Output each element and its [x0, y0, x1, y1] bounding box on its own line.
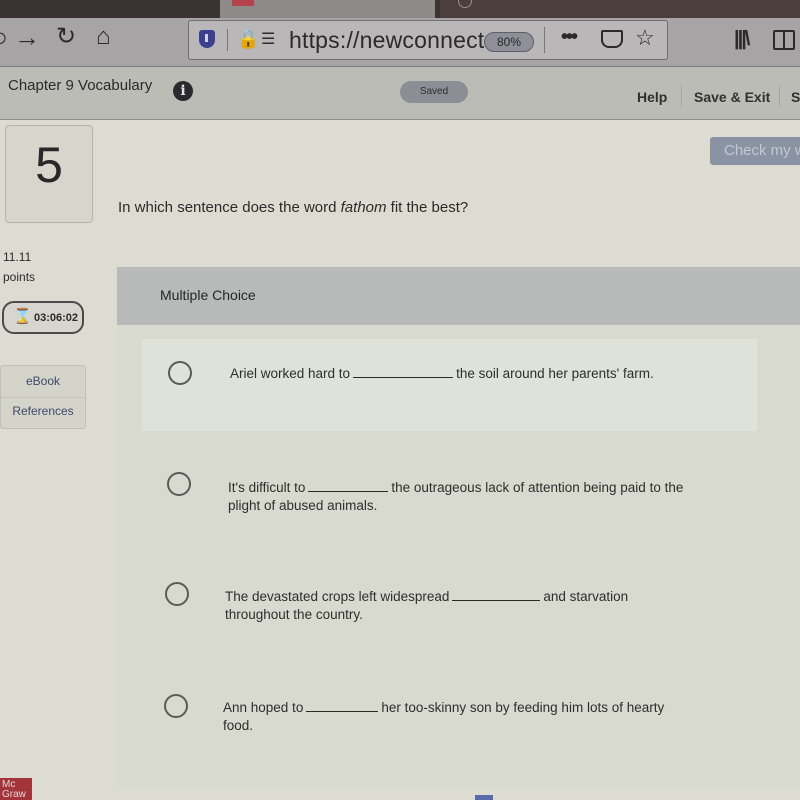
tab-favicon	[232, 0, 254, 6]
choice-text-before: The devastated crops left widespread	[225, 589, 450, 604]
star-icon[interactable]: ☆	[635, 25, 655, 51]
points-label: points	[3, 270, 36, 284]
choice-text: It's difficult to the outrageous lack of …	[228, 479, 688, 515]
answer-blank	[306, 701, 379, 712]
submit-link[interactable]: S	[791, 89, 800, 105]
choice-option-4[interactable]: Ann hoped to her too-skinny son by feedin…	[142, 683, 757, 753]
choice-text-before: Ann hoped to	[223, 700, 304, 715]
shield-icon[interactable]	[199, 30, 215, 48]
answer-blank	[452, 590, 541, 601]
permissions-icon[interactable]: ☰	[261, 29, 275, 49]
pagination-icon[interactable]	[475, 795, 493, 800]
choice-text: The devastated crops left widespread and …	[225, 588, 685, 624]
ebook-link[interactable]: eBook	[1, 374, 85, 388]
radio-button[interactable]	[167, 472, 191, 496]
hourglass-icon: ⌛	[13, 308, 32, 325]
resource-links-divider	[1, 397, 85, 398]
choice-text: Ann hoped to her too-skinny son by feedin…	[223, 699, 683, 735]
prompt-text-before: In which sentence does the word	[118, 199, 341, 216]
home-icon[interactable]: ⌂	[96, 22, 111, 52]
prompt-text-after: fit the best?	[386, 199, 469, 216]
header-divider	[779, 85, 780, 107]
timer-text: 03:06:02	[34, 312, 79, 324]
choice-text: Ariel worked hard to the soil around her …	[230, 365, 690, 383]
multiple-choice-header: Multiple Choice	[117, 267, 800, 325]
timer: ⌛ 03:06:02	[2, 301, 84, 334]
browser-tab-inactive[interactable]	[440, 0, 800, 18]
browser-tab-strip	[0, 0, 800, 18]
answer-blank	[308, 481, 389, 492]
browser-toolbar: ○ → ↻ ⌂ 🔒 ☰ https://newconnect 80% ••• ☆…	[0, 18, 800, 67]
browser-tab-active[interactable]	[220, 0, 435, 18]
url-bar[interactable]: 🔒 ☰ https://newconnect 80% ••• ☆	[188, 20, 668, 60]
publisher-logo: Mc Graw	[0, 778, 32, 800]
sidebar-icon[interactable]	[773, 30, 795, 50]
forward-arrow-icon[interactable]: →	[14, 22, 40, 52]
choice-text-before: Ariel worked hard to	[230, 366, 351, 381]
references-link[interactable]: References	[1, 404, 85, 418]
choice-option-2[interactable]: It's difficult to the outrageous lack of …	[142, 455, 757, 525]
choice-text-before: It's difficult to	[228, 480, 306, 495]
save-status-badge: Saved	[400, 81, 468, 103]
info-icon[interactable]: i	[173, 81, 193, 101]
choice-option-3[interactable]: The devastated crops left widespread and …	[142, 571, 757, 641]
pocket-icon[interactable]	[601, 30, 623, 48]
more-icon[interactable]: •••	[561, 26, 578, 49]
back-arrow-icon[interactable]: ○	[0, 22, 8, 52]
assignment-title: Chapter 9 Vocabulary	[8, 77, 153, 94]
reload-icon[interactable]: ↻	[56, 22, 76, 52]
question-number-box: 5	[5, 125, 93, 223]
choice-text-after: the soil around her parents' farm.	[456, 366, 654, 381]
resource-links: eBook References	[0, 365, 86, 429]
answer-blank	[353, 367, 454, 378]
question-prompt: In which sentence does the word fathom f…	[118, 199, 468, 216]
multiple-choice-panel: Multiple Choice Ariel worked hard to the …	[117, 267, 800, 787]
radio-button[interactable]	[164, 694, 188, 718]
library-icon[interactable]: |||\	[734, 28, 750, 51]
tab-favicon	[458, 0, 472, 8]
multiple-choice-title: Multiple Choice	[160, 287, 256, 303]
help-link[interactable]: Help	[637, 89, 667, 105]
header-divider	[681, 85, 682, 107]
radio-button[interactable]	[165, 582, 189, 606]
check-my-work-button[interactable]: Check my w	[710, 137, 800, 165]
radio-button[interactable]	[168, 361, 192, 385]
lock-icon[interactable]: 🔒	[237, 29, 259, 50]
url-divider	[227, 29, 228, 51]
url-text[interactable]: https://newconnect	[289, 27, 484, 54]
prompt-target-word: fathom	[340, 199, 387, 216]
app-header: Chapter 9 Vocabulary i Saved Help Save &…	[0, 67, 800, 120]
choice-option-1[interactable]: Ariel worked hard to the soil around her …	[142, 339, 757, 431]
save-and-exit-link[interactable]: Save & Exit	[694, 89, 770, 105]
question-number: 5	[35, 137, 63, 193]
zoom-level-badge[interactable]: 80%	[484, 32, 534, 52]
points-value: 11.11	[3, 250, 32, 264]
url-divider	[544, 27, 545, 53]
